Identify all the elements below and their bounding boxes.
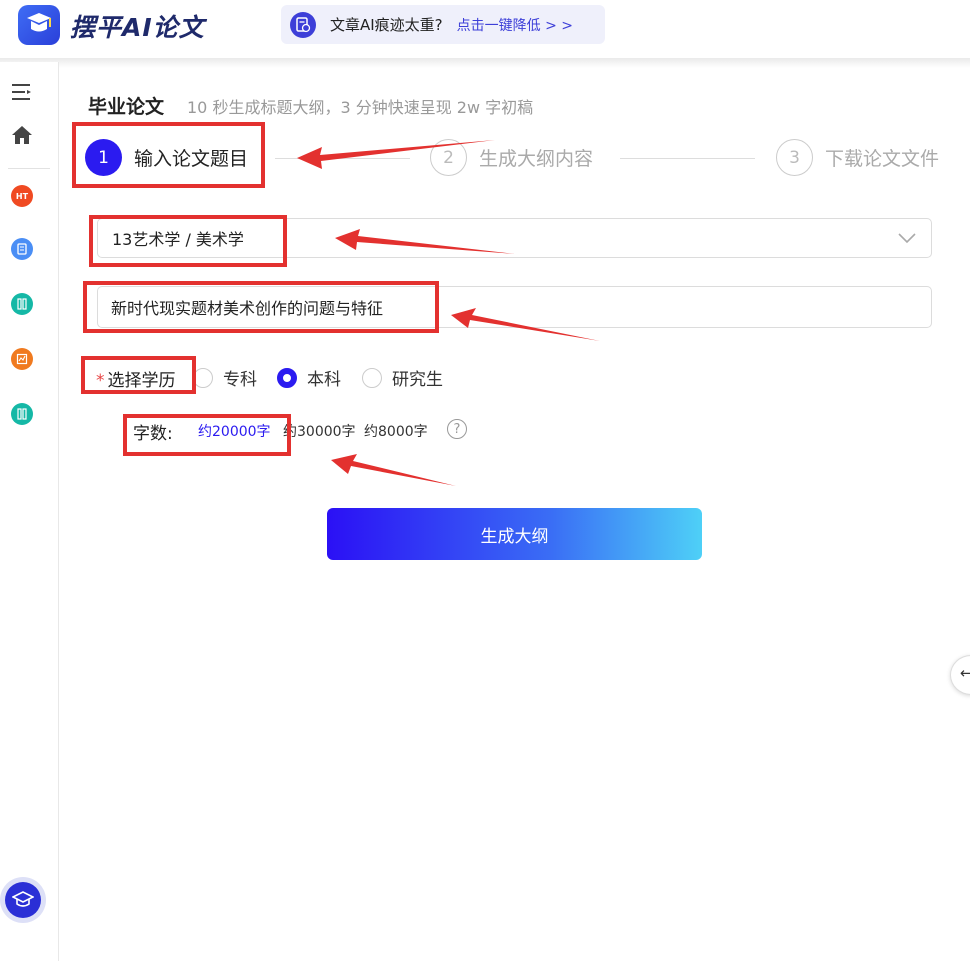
annotation-box-word-count [123, 414, 291, 456]
promo-link[interactable]: 点击一键降低 > > [457, 15, 573, 35]
step-2: 2 生成大纲内容 [430, 139, 593, 176]
radio-option-associate[interactable]: 专科 [193, 365, 257, 390]
header-shadow [0, 58, 970, 68]
radio-circle [193, 367, 213, 388]
promo-text: 文章AI痕迹太重? [330, 16, 443, 34]
page-title: 毕业论文 [88, 96, 165, 118]
sidebar-divider [8, 168, 50, 169]
step-3-label: 下载论文文件 [825, 148, 940, 170]
sidebar: HT [0, 62, 59, 961]
report-icon[interactable] [11, 348, 33, 370]
step-connector [275, 158, 410, 159]
annotation-box-title [83, 281, 439, 333]
home-icon[interactable] [10, 123, 34, 147]
book-icon[interactable] [11, 293, 33, 315]
annotation-box-subject [89, 215, 287, 267]
radio-circle [362, 367, 382, 388]
book-icon[interactable] [11, 403, 33, 425]
document-icon[interactable] [11, 238, 33, 260]
radio-option-bachelor[interactable]: 本科 [277, 365, 341, 390]
menu-icon[interactable] [10, 80, 34, 104]
radio-option-graduate[interactable]: 研究生 [362, 365, 443, 390]
graduation-cap-button[interactable] [0, 877, 46, 923]
generate-outline-button[interactable]: 生成大纲 [327, 508, 702, 560]
step-2-label: 生成大纲内容 [479, 148, 594, 170]
promo-banner[interactable]: 文章AI痕迹太重? 点击一键降低 > > [281, 5, 605, 44]
document-clock-icon [290, 11, 316, 38]
chevron-down-icon [897, 230, 917, 249]
logo-text[interactable]: 摆平AI论文 [70, 8, 205, 44]
app-header: 摆平AI论文 文章AI痕迹太重? 点击一键降低 > > [0, 0, 970, 62]
radio-label: 研究生 [392, 370, 443, 390]
hot-badge-text: HT [15, 191, 29, 201]
word-count-option-8000[interactable]: 约8000字 [364, 421, 428, 441]
annotation-box-education [81, 356, 196, 394]
radio-circle-checked [277, 367, 297, 388]
word-count-option-30000[interactable]: 约30000字 [283, 421, 356, 441]
step-connector [620, 158, 755, 159]
radio-label: 专科 [223, 370, 257, 390]
step-2-number: 2 [430, 139, 467, 176]
hot-icon[interactable]: HT [11, 185, 33, 207]
logo-icon[interactable] [18, 5, 60, 45]
arrow-left-icon: ← [960, 664, 970, 682]
graduation-cap-icon [5, 882, 41, 918]
step-3: 3 下载论文文件 [776, 139, 939, 176]
step-3-number: 3 [776, 139, 813, 176]
page-subtitle: 10 秒生成标题大纲，3 分钟快速呈现 2w 字初稿 [187, 98, 534, 117]
help-icon[interactable]: ? [447, 419, 467, 439]
collapse-tab[interactable]: ← [950, 655, 970, 695]
annotation-box-step [72, 122, 265, 188]
radio-label: 本科 [307, 370, 341, 390]
